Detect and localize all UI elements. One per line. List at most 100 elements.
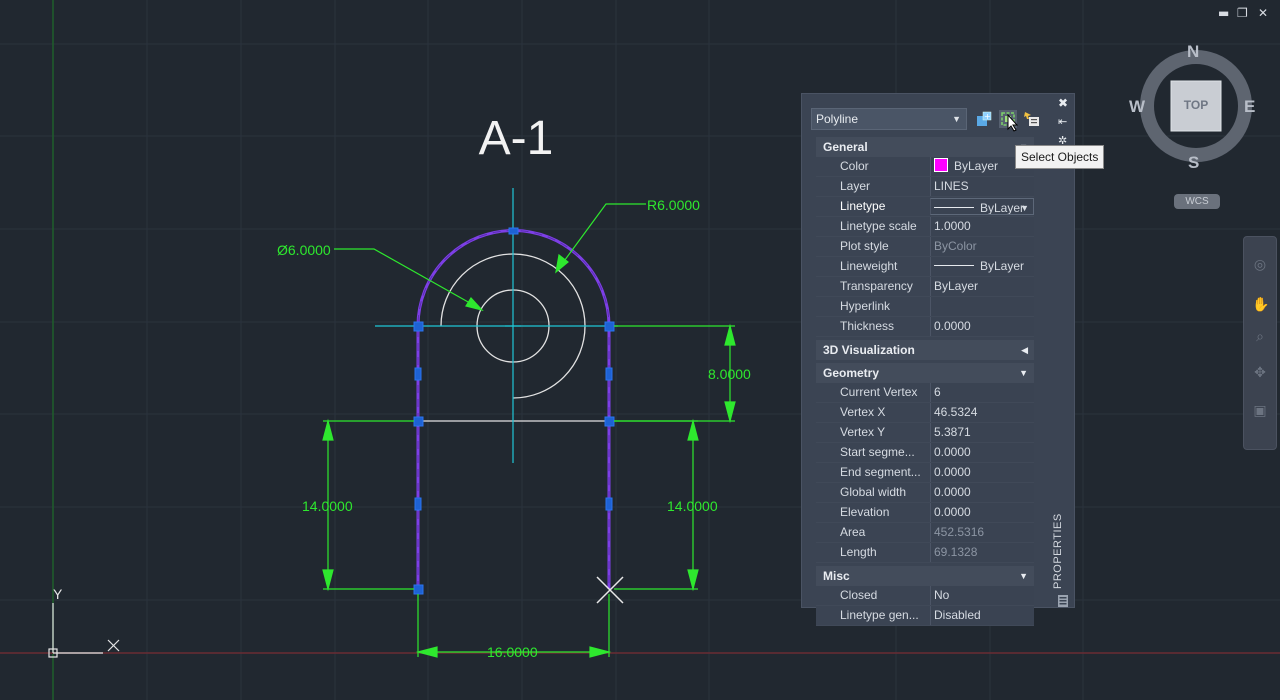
viewcube-south[interactable]: S [1188, 153, 1199, 173]
property-row-transparency[interactable]: Transparency ByLayer [816, 277, 1034, 297]
property-value[interactable]: ByColor [930, 237, 1034, 256]
property-row-area[interactable]: Area 452.5316 [816, 523, 1034, 543]
property-value[interactable]: No [930, 586, 1034, 605]
grid [0, 0, 1280, 700]
pickadd-icon[interactable] [1023, 110, 1041, 128]
property-value-text: 5.3871 [934, 425, 971, 439]
palette-menu-icon[interactable] [1057, 594, 1069, 608]
property-row-lineweight[interactable]: Lineweight ByLayer [816, 257, 1034, 277]
orbit-icon[interactable]: ✥ [1252, 365, 1268, 381]
property-value[interactable]: 5.3871 [930, 423, 1034, 442]
property-key: Closed [816, 586, 930, 605]
expand-icon[interactable]: ◀ [1021, 340, 1028, 360]
property-row-linetype-scale[interactable]: Linetype scale 1.0000 [816, 217, 1034, 237]
property-key: Start segme... [816, 443, 930, 462]
property-value[interactable]: 452.5316 [930, 523, 1034, 542]
property-row-vertex-x[interactable]: Vertex X 46.5324 [816, 403, 1034, 423]
property-key: Current Vertex [816, 383, 930, 402]
dim-radius-text: R6.0000 [647, 197, 700, 213]
viewcube-east[interactable]: E [1244, 97, 1255, 117]
quick-select-icon[interactable]: + [975, 110, 993, 128]
mouse-cursor-icon [1007, 114, 1019, 132]
property-value-text: 6 [934, 385, 941, 399]
line-preview [934, 265, 974, 266]
property-value[interactable]: LINES [930, 177, 1034, 196]
chevron-down-icon[interactable]: ▼ [1020, 199, 1029, 214]
chevron-down-icon: ▼ [952, 114, 961, 124]
property-row-end-segment[interactable]: End segment... 0.0000 [816, 463, 1034, 483]
property-value-text: 69.1328 [934, 545, 978, 559]
property-key: Vertex X [816, 403, 930, 422]
category-general[interactable]: General▼ [816, 137, 1034, 157]
object-type-select[interactable]: Polyline ▼ [811, 108, 967, 130]
property-value[interactable]: ByLayer [930, 277, 1034, 296]
property-row-linetype-gen[interactable]: Linetype gen... Disabled [816, 606, 1034, 626]
property-value[interactable]: ByLayer [930, 257, 1034, 276]
pan-icon[interactable]: ✋ [1252, 297, 1269, 313]
property-row-start-segme[interactable]: Start segme... 0.0000 [816, 443, 1034, 463]
property-row-thickness[interactable]: Thickness 0.0000 [816, 317, 1034, 337]
navigation-bar: ◎ ✋ ⌕ ✥ ▣ [1243, 236, 1277, 450]
property-row-hyperlink[interactable]: Hyperlink [816, 297, 1034, 317]
zoom-icon[interactable]: ⌕ [1252, 329, 1268, 345]
close-palette-icon[interactable]: ✖ [1058, 96, 1068, 110]
property-value[interactable]: 6 [930, 383, 1034, 402]
close-window-button[interactable]: ✕ [1258, 6, 1268, 20]
autohide-icon[interactable]: ⇤ [1058, 115, 1067, 128]
property-row-linetype[interactable]: Linetype ByLayer ▼ [816, 197, 1034, 217]
property-row-vertex-y[interactable]: Vertex Y 5.3871 [816, 423, 1034, 443]
property-value[interactable] [930, 297, 1034, 316]
property-value[interactable]: 1.0000 [930, 217, 1034, 236]
property-value-text: 452.5316 [934, 525, 985, 539]
property-key: Global width [816, 483, 930, 502]
category-3d-visualization[interactable]: 3D Visualization ◀ [816, 340, 1034, 360]
restore-button[interactable]: ❐ [1237, 6, 1248, 20]
property-value[interactable]: 0.0000 [930, 317, 1034, 336]
dimensions[interactable] [322, 203, 736, 658]
dim-14-left-text: 14.0000 [302, 498, 353, 514]
property-key: Linetype scale [816, 217, 930, 236]
property-row-global-width[interactable]: Global width 0.0000 [816, 483, 1034, 503]
property-value-text: 1.0000 [934, 219, 971, 233]
svg-text:+: + [984, 112, 991, 121]
wcs-menu[interactable]: WCS [1174, 194, 1220, 209]
viewcube-top-face[interactable]: TOP [1171, 98, 1221, 112]
property-key: Transparency [816, 277, 930, 296]
category-geometry[interactable]: Geometry ▼ [816, 363, 1034, 383]
drawing-canvas[interactable]: Y X A-1 [0, 0, 1280, 700]
property-key: Vertex Y [816, 423, 930, 442]
property-row-color[interactable]: Color ByLayer [816, 157, 1034, 177]
property-value[interactable]: ByLayer ▼ [930, 198, 1034, 215]
collapse-icon[interactable]: ▼ [1019, 566, 1028, 586]
category-misc[interactable]: Misc ▼ [816, 566, 1034, 586]
category-label: 3D Visualization [823, 343, 915, 357]
property-value[interactable]: 0.0000 [930, 463, 1034, 482]
property-value[interactable]: 69.1328 [930, 543, 1034, 562]
property-value[interactable]: 46.5324 [930, 403, 1034, 422]
properties-palette: Polyline ▼ + ✖ ⇤ ✲ General▼ColorByLayerL… [801, 93, 1075, 626]
ucs-icon [48, 603, 120, 658]
property-key: Layer [816, 177, 930, 196]
property-value[interactable]: 0.0000 [930, 503, 1034, 522]
steering-wheel-icon[interactable]: ◎ [1252, 257, 1268, 273]
viewcube-west[interactable]: W [1129, 97, 1145, 117]
viewcube-north[interactable]: N [1187, 42, 1199, 62]
minimize-button[interactable]: ▬ [1218, 6, 1229, 20]
property-key: Linetype gen... [816, 606, 930, 625]
property-row-closed[interactable]: Closed No [816, 586, 1034, 606]
property-value[interactable]: 0.0000 [930, 443, 1034, 462]
polyline-grips[interactable] [413, 227, 615, 595]
property-value-text: ByLayer [934, 279, 979, 293]
property-value-text: 46.5324 [934, 405, 978, 419]
property-value[interactable]: 0.0000 [930, 483, 1034, 502]
property-row-elevation[interactable]: Elevation 0.0000 [816, 503, 1034, 523]
property-value-text: 0.0000 [934, 505, 971, 519]
property-value[interactable]: Disabled [930, 606, 1034, 625]
showmotion-icon[interactable]: ▣ [1252, 403, 1268, 419]
property-row-plot-style[interactable]: Plot style ByColor [816, 237, 1034, 257]
property-row-length[interactable]: Length 69.1328 [816, 543, 1034, 563]
collapse-icon[interactable]: ▼ [1019, 363, 1028, 383]
property-row-layer[interactable]: Layer LINES [816, 177, 1034, 197]
dim-14-right-text: 14.0000 [667, 498, 718, 514]
property-row-current-vertex[interactable]: Current Vertex 6 [816, 383, 1034, 403]
